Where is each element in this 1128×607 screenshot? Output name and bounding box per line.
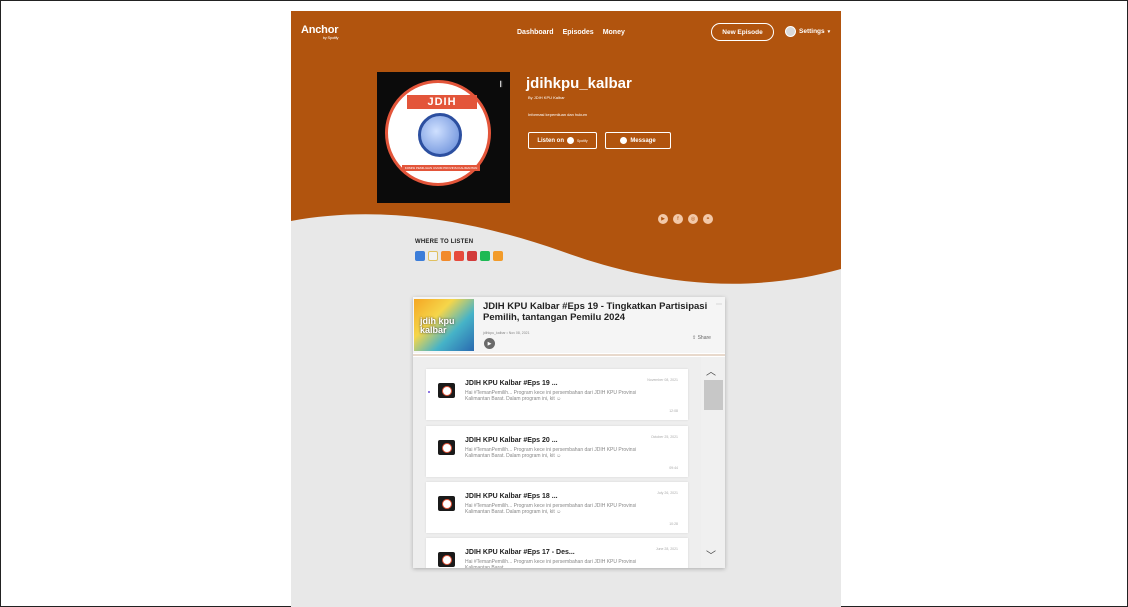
youtube-icon[interactable]: ▶ [658,214,668,224]
new-episode-button[interactable]: New Episode [711,23,774,41]
episode-duration: 12:08 [669,409,678,413]
nav-money[interactable]: Money [603,29,625,36]
episode-list-scrollbar[interactable]: ︿ ﹀ [701,357,725,568]
episode-duration: 09:44 [669,466,678,470]
episode-date: June 28, 2021 [655,547,678,551]
settings-menu[interactable]: Settings ▾ [785,26,830,37]
where-to-listen-label: WHERE TO LISTEN [415,239,474,245]
podcast-author: By JDIH KPU Kalbar [528,95,565,100]
anchor-logo[interactable]: Anchor by Spotify [301,24,339,40]
episode-title: JDIH KPU Kalbar #Eps 17 - Des... [465,549,575,556]
instagram-icon[interactable]: ◎ [688,214,698,224]
list-item[interactable]: JDIH KPU Kalbar #Eps 19 ... Hai #TemanPe… [426,369,688,420]
top-nav: Dashboard Episodes Money [517,29,625,36]
globe-icon [418,113,462,157]
nav-episodes[interactable]: Episodes [563,29,594,36]
listen-on-spotify-button[interactable]: Listen on Spotify [528,132,597,149]
pocket-casts-icon[interactable] [454,251,464,261]
featured-thumbnail: jdih kpu kalbar [414,299,474,351]
anchor-profile-page: Anchor by Spotify Dashboard Episodes Mon… [291,11,841,607]
episode-player-card: jdih kpu kalbar JDIH KPU Kalbar #Eps 19 … [413,297,725,568]
radiopublic-icon[interactable] [467,251,477,261]
facebook-icon[interactable]: f [673,214,683,224]
podcast-cover-art: JDIH KOMISI PEMILIHAN UMUM PROVINSI KALI… [377,72,510,203]
hero-background [291,11,841,284]
avatar [785,26,796,37]
episode-title: JDIH KPU Kalbar #Eps 20 ... [465,437,558,444]
episode-thumbnail-icon [438,383,455,398]
google-podcasts-icon[interactable] [428,251,438,261]
cover-caption: KOMISI PEMILIHAN UMUM PROVINSI KALIMANTA… [402,165,480,176]
featured-thumbnail-text: jdih kpu kalbar [420,316,455,335]
share-icon: ⇪ [692,335,697,341]
list-item[interactable]: JDIH KPU Kalbar #Eps 20 ... Hai #TemanPe… [426,426,688,477]
overcast-icon[interactable] [441,251,451,261]
featured-episode: jdih kpu kalbar JDIH KPU Kalbar #Eps 19 … [413,297,725,353]
platform-icons [415,251,503,261]
cover-jdih-text: JDIH [407,95,477,109]
anchor-badge-icon: 𝄃 [500,80,502,89]
featured-episode-title: JDIH KPU Kalbar #Eps 19 - Tingkatkan Par… [483,301,708,323]
episode-title: JDIH KPU Kalbar #Eps 18 ... [465,493,558,500]
episode-description: Hai #TemanPemilih... Program kece ini pe… [465,447,637,459]
settings-label: Settings [799,28,825,35]
episode-title: JDIH KPU Kalbar #Eps 19 ... [465,380,558,387]
featured-episode-meta: jdihkpu_kalbar • Nov 08, 2021 [483,331,530,335]
episode-thumbnail-icon [438,496,455,511]
cover-seal: JDIH KOMISI PEMILIHAN UMUM PROVINSI KALI… [385,80,491,186]
more-options-icon[interactable]: ⋯ [716,301,722,308]
episode-thumbnail-icon [438,552,455,567]
play-button[interactable]: ▶ [484,338,495,349]
episode-list: JDIH KPU Kalbar #Eps 19 ... Hai #TemanPe… [413,357,725,568]
spotify-platform-icon[interactable] [480,251,490,261]
episode-date: July 26, 2021 [657,491,678,495]
episode-thumbnail-icon [438,440,455,455]
message-label: Message [630,137,656,144]
scrollbar-thumb[interactable] [704,380,723,410]
episode-description: Hai #TemanPemilih... Program kece ini pe… [465,503,637,515]
spotify-label: Spotify [576,138,588,143]
listen-on-label: Listen on [537,137,564,144]
list-item[interactable]: JDIH KPU Kalbar #Eps 17 - Des... Hai #Te… [426,538,688,568]
playback-progress-bar[interactable] [413,354,725,356]
episode-description: Hai #TemanPemilih... Program kece ini pe… [465,390,637,402]
episode-duration: 10:28 [669,522,678,526]
unplayed-dot [428,391,430,393]
breaker-icon[interactable] [415,251,425,261]
hero-banner: Anchor by Spotify Dashboard Episodes Mon… [291,11,841,311]
list-item[interactable]: JDIH KPU Kalbar #Eps 18 ... Hai #TemanPe… [426,482,688,533]
link-icon[interactable]: ⚭ [703,214,713,224]
share-button[interactable]: ⇪ Share [692,335,711,341]
podcast-title: jdihkpu_kalbar [526,75,632,92]
spotify-icon [566,137,574,144]
episode-description: Hai #TemanPemilih... Program kece ini pe… [465,559,637,568]
rss-icon[interactable] [493,251,503,261]
message-icon [620,137,628,144]
episode-date: November 08, 2021 [647,378,678,382]
message-button[interactable]: Message [605,132,671,149]
chevron-down-icon: ▾ [827,28,831,35]
episode-date: October 25, 2021 [650,435,678,439]
chevron-down-icon[interactable]: ﹀ [706,547,716,562]
social-links: ▶ f ◎ ⚭ [658,214,713,224]
chevron-up-icon[interactable]: ︿ [706,363,716,378]
nav-dashboard[interactable]: Dashboard [517,29,554,36]
share-label: Share [697,335,711,341]
podcast-description: Informasi kepemiluan dan hukum [528,112,587,117]
